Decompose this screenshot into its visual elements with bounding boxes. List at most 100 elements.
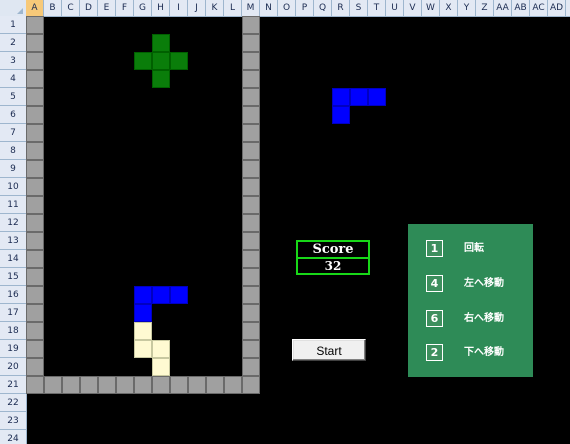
row-header-7[interactable]: 7	[0, 124, 26, 142]
wall-block	[26, 34, 44, 52]
falling-piece-block	[170, 52, 188, 70]
column-header-ad[interactable]: AD	[548, 0, 566, 16]
key-badge: 2	[426, 344, 443, 361]
column-header-c[interactable]: C	[62, 0, 80, 16]
row-header-6[interactable]: 6	[0, 106, 26, 124]
row-header-bar: 1234567891011121314151617181920212223242…	[0, 16, 27, 444]
wall-block	[26, 268, 44, 286]
spreadsheet-game: A B C D E F G H I J K L M N O P Q R S T U V W X Y Z AA AB AC AD 12345…	[0, 0, 570, 444]
next-piece-block	[332, 88, 350, 106]
floor-block	[170, 376, 188, 394]
row-header-10[interactable]: 10	[0, 178, 26, 196]
score-value: 32	[324, 259, 342, 273]
column-header-v[interactable]: V	[404, 0, 422, 16]
column-header-y[interactable]: Y	[458, 0, 476, 16]
column-header-w[interactable]: W	[422, 0, 440, 16]
falling-piece-block	[134, 52, 152, 70]
row-header-23[interactable]: 23	[0, 412, 26, 430]
row-header-20[interactable]: 20	[0, 358, 26, 376]
row-header-17[interactable]: 17	[0, 304, 26, 322]
key-badge: 1	[426, 240, 443, 257]
row-header-21[interactable]: 21	[0, 376, 26, 394]
floor-block	[62, 376, 80, 394]
row-header-8[interactable]: 8	[0, 142, 26, 160]
row-header-11[interactable]: 11	[0, 196, 26, 214]
column-header-z[interactable]: Z	[476, 0, 494, 16]
landed-block	[152, 286, 170, 304]
next-piece-block	[350, 88, 368, 106]
wall-block	[26, 52, 44, 70]
column-header-ac[interactable]: AC	[530, 0, 548, 16]
row-header-5[interactable]: 5	[0, 88, 26, 106]
column-header-i[interactable]: I	[170, 0, 188, 16]
row-header-19[interactable]: 19	[0, 340, 26, 358]
wall-block	[242, 196, 260, 214]
wall-block	[242, 52, 260, 70]
column-header-bar: A B C D E F G H I J K L M N O P Q R S T U V W X Y Z AA AB AC AD	[0, 0, 570, 17]
column-header-s[interactable]: S	[350, 0, 368, 16]
next-piece-block	[368, 88, 386, 106]
column-header-r[interactable]: R	[332, 0, 350, 16]
row-header-15[interactable]: 15	[0, 268, 26, 286]
column-header-p[interactable]: P	[296, 0, 314, 16]
wall-block	[242, 268, 260, 286]
floor-block	[188, 376, 206, 394]
row-header-13[interactable]: 13	[0, 232, 26, 250]
column-header-t[interactable]: T	[368, 0, 386, 16]
landed-block	[152, 358, 170, 376]
wall-block	[26, 250, 44, 268]
control-label: 回転	[464, 243, 484, 254]
column-header-e[interactable]: E	[98, 0, 116, 16]
falling-piece-block	[152, 34, 170, 52]
column-header-l[interactable]: L	[224, 0, 242, 16]
column-header-g[interactable]: G	[134, 0, 152, 16]
column-header-aa[interactable]: AA	[494, 0, 512, 16]
wall-block	[26, 232, 44, 250]
wall-block	[242, 70, 260, 88]
wall-block	[26, 106, 44, 124]
select-all-corner[interactable]	[0, 0, 27, 16]
row-header-9[interactable]: 9	[0, 160, 26, 178]
key-badge: 6	[426, 310, 443, 327]
wall-block	[242, 358, 260, 376]
row-header-4[interactable]: 4	[0, 70, 26, 88]
column-header-d[interactable]: D	[80, 0, 98, 16]
floor-block	[206, 376, 224, 394]
row-header-3[interactable]: 3	[0, 52, 26, 70]
row-header-24[interactable]: 24	[0, 430, 26, 444]
column-header-u[interactable]: U	[386, 0, 404, 16]
row-header-16[interactable]: 16	[0, 286, 26, 304]
column-header-n[interactable]: N	[260, 0, 278, 16]
wall-block	[26, 214, 44, 232]
wall-block	[26, 358, 44, 376]
column-header-j[interactable]: J	[188, 0, 206, 16]
column-header-a[interactable]: A	[26, 0, 44, 16]
wall-block	[242, 160, 260, 178]
wall-block	[242, 178, 260, 196]
column-header-x[interactable]: X	[440, 0, 458, 16]
column-header-m[interactable]: M	[242, 0, 260, 16]
landed-block	[134, 304, 152, 322]
row-header-14[interactable]: 14	[0, 250, 26, 268]
control-label: 下へ移動	[464, 347, 504, 358]
floor-block	[224, 376, 242, 394]
row-header-2[interactable]: 2	[0, 34, 26, 52]
row-header-12[interactable]: 12	[0, 214, 26, 232]
column-header-ab[interactable]: AB	[512, 0, 530, 16]
landed-block	[170, 286, 188, 304]
wall-block	[26, 88, 44, 106]
landed-block	[134, 286, 152, 304]
floor-block	[116, 376, 134, 394]
start-button[interactable]: Start	[292, 339, 366, 361]
column-header-k[interactable]: K	[206, 0, 224, 16]
row-header-18[interactable]: 18	[0, 322, 26, 340]
column-header-h[interactable]: H	[152, 0, 170, 16]
row-header-22[interactable]: 22	[0, 394, 26, 412]
column-header-o[interactable]: O	[278, 0, 296, 16]
row-header-1[interactable]: 1	[0, 16, 26, 34]
column-header-f[interactable]: F	[116, 0, 134, 16]
floor-block	[242, 376, 260, 394]
wall-block	[242, 286, 260, 304]
column-header-b[interactable]: B	[44, 0, 62, 16]
column-header-q[interactable]: Q	[314, 0, 332, 16]
